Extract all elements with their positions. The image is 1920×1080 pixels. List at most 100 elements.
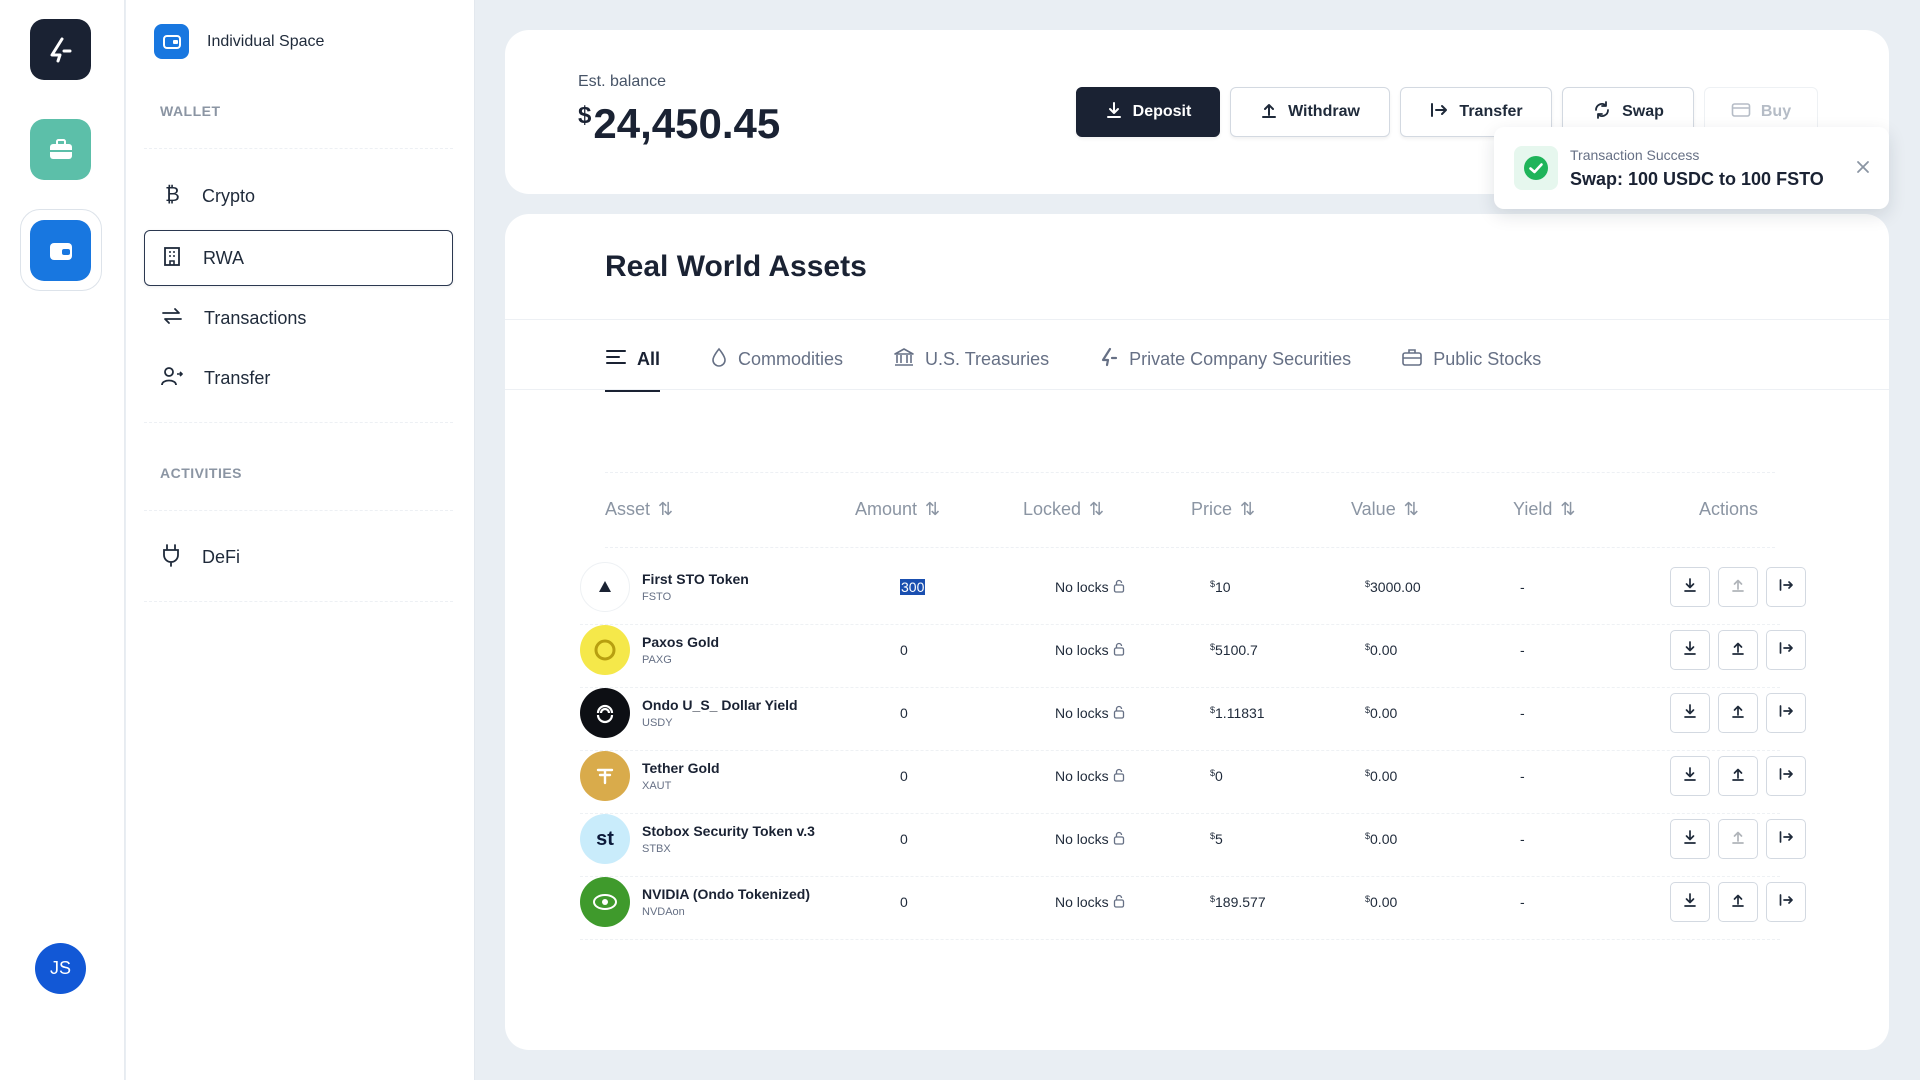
table-header: Asset ⇅ Amount ⇅ Locked ⇅ Price ⇅ Value ⇅ Yie… bbox=[605, 472, 1775, 548]
portfolio-icon[interactable] bbox=[30, 119, 91, 180]
sidebar-item-defi[interactable]: DeFi bbox=[144, 529, 453, 585]
tab-public-stocks[interactable]: Public Stocks bbox=[1401, 342, 1541, 376]
value-cell: $0.00 bbox=[1365, 864, 1397, 940]
column-header-value[interactable]: Value ⇅ bbox=[1351, 499, 1419, 520]
balance-label: Est. balance bbox=[578, 73, 667, 90]
space-switcher[interactable]: Individual Space bbox=[154, 24, 324, 59]
deposit-row-button[interactable] bbox=[1670, 756, 1710, 796]
asset-symbol: USDY bbox=[642, 717, 673, 729]
sidebar-item-transfer[interactable]: Transfer bbox=[144, 350, 453, 406]
transfer-row-button[interactable] bbox=[1766, 756, 1806, 796]
tab-us-treasuries[interactable]: U.S. Treasuries bbox=[893, 342, 1049, 376]
locked-value: No locks bbox=[1055, 831, 1109, 847]
withdraw-row-button[interactable] bbox=[1718, 630, 1758, 670]
yield-value: - bbox=[1520, 579, 1525, 595]
avatar[interactable]: JS bbox=[35, 943, 86, 994]
value-amount: 0.00 bbox=[1370, 642, 1398, 658]
table-row[interactable]: NVIDIA (Ondo Tokenized) NVDAon 0 No locks $1… bbox=[580, 864, 1806, 940]
asset-logo-icon bbox=[580, 625, 630, 675]
amount-value: 0 bbox=[900, 768, 908, 784]
price-value: 10 bbox=[1215, 579, 1231, 595]
locked-value: No locks bbox=[1055, 894, 1109, 910]
withdraw-row-button[interactable] bbox=[1718, 819, 1758, 859]
tab-label: Private Company Securities bbox=[1129, 348, 1352, 369]
row-actions bbox=[1670, 882, 1806, 922]
tab-label: All bbox=[637, 348, 661, 369]
transfer-row-button[interactable] bbox=[1766, 567, 1806, 607]
sidebar-item-transactions[interactable]: Transactions bbox=[144, 290, 453, 346]
balance-value: $ 24,450.45 bbox=[578, 100, 780, 148]
sort-icon: ⇅ bbox=[1560, 499, 1576, 519]
currency-symbol: $ bbox=[578, 102, 592, 129]
withdraw-row-button[interactable] bbox=[1718, 756, 1758, 796]
column-header-asset[interactable]: Asset ⇅ bbox=[605, 499, 673, 520]
download-icon bbox=[1682, 766, 1698, 787]
row-actions bbox=[1670, 693, 1806, 733]
withdraw-button[interactable]: Withdraw bbox=[1230, 87, 1390, 137]
currency-symbol: $ bbox=[1365, 768, 1371, 778]
transfer-arrow-icon bbox=[1778, 577, 1794, 598]
sidebar-item-crypto[interactable]: ₿ Crypto bbox=[144, 168, 453, 224]
transfer-label: Transfer bbox=[1459, 103, 1523, 120]
toast-message: Swap: 100 USDC to 100 FSTO bbox=[1570, 168, 1824, 189]
close-icon[interactable] bbox=[1851, 155, 1875, 179]
sidebar-item-label: Transfer bbox=[204, 367, 271, 388]
upload-icon bbox=[1730, 892, 1746, 913]
transfer-row-button[interactable] bbox=[1766, 630, 1806, 670]
asset-tabs: All Commodities U.S. Treasuries Private … bbox=[605, 342, 1591, 392]
transfer-row-button[interactable] bbox=[1766, 882, 1806, 922]
column-label: Value bbox=[1351, 499, 1396, 519]
upload-icon bbox=[1730, 829, 1746, 850]
brand-logo-icon[interactable] bbox=[30, 19, 91, 80]
column-header-price[interactable]: Price ⇅ bbox=[1191, 499, 1255, 520]
amount-value: 0 bbox=[900, 831, 908, 847]
value-amount: 0.00 bbox=[1370, 705, 1398, 721]
sort-icon: ⇅ bbox=[925, 499, 941, 519]
currency-symbol: $ bbox=[1365, 579, 1371, 589]
list-icon bbox=[605, 348, 627, 371]
amount-value: 0 bbox=[900, 705, 908, 721]
tab-private-company-securities[interactable]: Private Company Securities bbox=[1099, 342, 1351, 376]
toast-title: Transaction Success bbox=[1570, 146, 1700, 163]
column-header-yield[interactable]: Yield ⇅ bbox=[1513, 499, 1575, 520]
withdraw-row-button[interactable] bbox=[1718, 693, 1758, 733]
logo-text: st bbox=[596, 827, 614, 850]
asset-symbol: FSTO bbox=[642, 591, 672, 603]
currency-symbol: $ bbox=[1210, 894, 1216, 904]
deposit-row-button[interactable] bbox=[1670, 630, 1710, 670]
tab-commodities[interactable]: Commodities bbox=[710, 342, 843, 376]
column-header-locked[interactable]: Locked ⇅ bbox=[1023, 499, 1104, 520]
amount-cell: 0 bbox=[900, 864, 908, 940]
sidebar-item-rwa[interactable]: RWA bbox=[144, 230, 453, 286]
deposit-row-button[interactable] bbox=[1670, 819, 1710, 859]
column-label: Locked bbox=[1023, 499, 1082, 519]
tab-all[interactable]: All bbox=[605, 342, 661, 392]
transfer-row-button[interactable] bbox=[1766, 819, 1806, 859]
deposit-button[interactable]: Deposit bbox=[1076, 87, 1220, 137]
wallet-icon[interactable] bbox=[30, 220, 91, 281]
deposit-row-button[interactable] bbox=[1670, 567, 1710, 607]
balance-amount: 24,450.45 bbox=[593, 100, 781, 147]
brand-logo-icon bbox=[1099, 347, 1119, 372]
swap-label: Swap bbox=[1622, 103, 1664, 120]
page-title: Real World Assets bbox=[605, 250, 867, 283]
asset-symbol: STBX bbox=[642, 843, 671, 855]
withdraw-row-button[interactable] bbox=[1718, 567, 1758, 607]
asset-symbol: NVDAon bbox=[642, 906, 685, 918]
deposit-row-button[interactable] bbox=[1670, 693, 1710, 733]
value-amount: 0.00 bbox=[1370, 831, 1398, 847]
locked-value: No locks bbox=[1055, 642, 1109, 658]
tab-label: Commodities bbox=[738, 348, 844, 369]
withdraw-row-button[interactable] bbox=[1718, 882, 1758, 922]
section-label-activities: ACTIVITIES bbox=[160, 465, 243, 481]
column-label: Actions bbox=[1699, 499, 1759, 519]
deposit-row-button[interactable] bbox=[1670, 882, 1710, 922]
divider bbox=[505, 319, 1889, 320]
currency-symbol: $ bbox=[1365, 894, 1371, 904]
download-icon bbox=[1682, 577, 1698, 598]
value-amount: 3000.00 bbox=[1370, 579, 1421, 595]
transfer-row-button[interactable] bbox=[1766, 693, 1806, 733]
upload-icon bbox=[1730, 703, 1746, 724]
column-header-amount[interactable]: Amount ⇅ bbox=[855, 499, 940, 520]
currency-symbol: $ bbox=[1210, 579, 1216, 589]
